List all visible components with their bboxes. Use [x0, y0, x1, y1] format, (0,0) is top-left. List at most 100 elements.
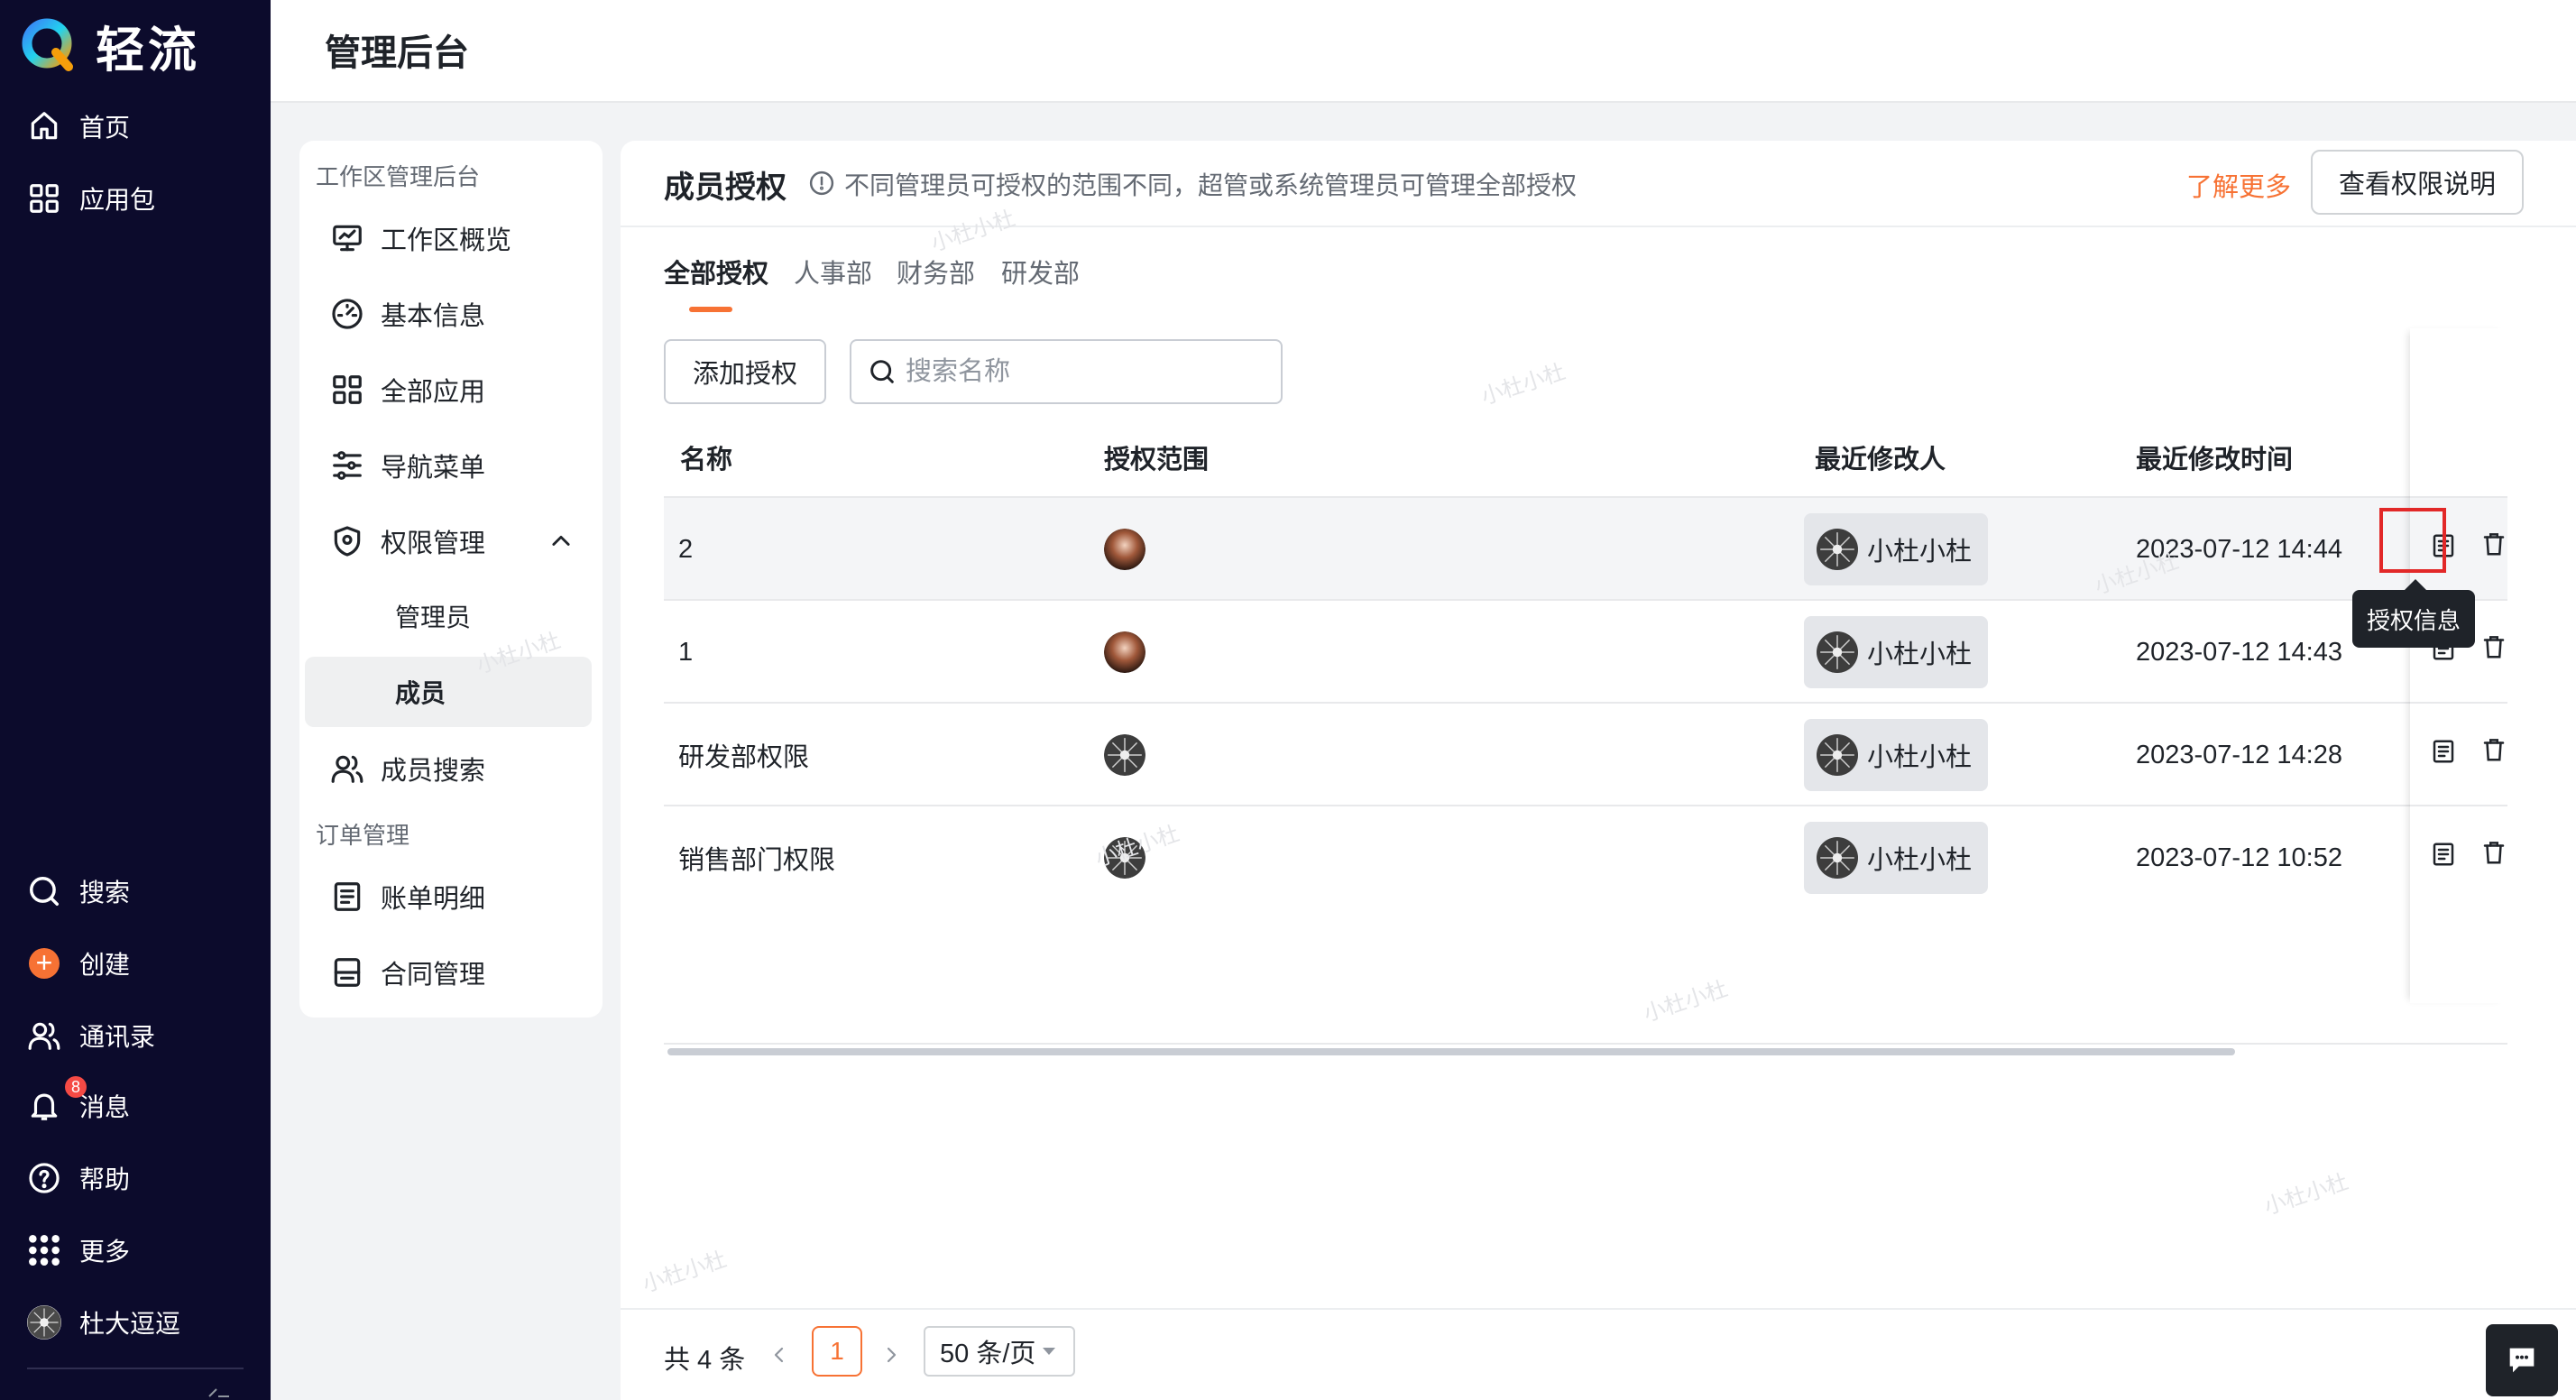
bill-icon	[330, 880, 364, 914]
horizontal-scrollbar[interactable]	[667, 1048, 2235, 1055]
submenu-item-workspace-overview[interactable]: 工作区概览	[330, 213, 511, 263]
nav-more[interactable]: 更多	[27, 1225, 130, 1276]
tab-finance[interactable]: 财务部	[897, 253, 975, 290]
total-count: 共 4 条	[664, 1346, 746, 1375]
view-permission-guide-button[interactable]: 查看权限说明	[2311, 150, 2524, 215]
submenu-item-member-search[interactable]: 成员搜索	[330, 743, 485, 794]
table-row[interactable]: 销售部门权限 小杜小杜 2023-07-12 10:52	[664, 805, 2507, 907]
tab-hr[interactable]: 人事部	[794, 253, 872, 290]
submenu-item-basic-info[interactable]: 基本信息	[330, 289, 485, 339]
submenu-label: 导航菜单	[381, 454, 486, 483]
caret-down-icon	[1043, 1348, 1056, 1355]
page-title: 管理后台	[325, 33, 469, 73]
chat-button[interactable]	[2486, 1324, 2558, 1396]
nav-label: 创建	[79, 951, 131, 979]
chevron-right-icon[interactable]	[880, 1344, 902, 1366]
row-name: 研发部权限	[678, 743, 810, 772]
nav-label: 通讯录	[79, 1023, 156, 1051]
auth-info-tooltip: 授权信息	[2352, 579, 2475, 648]
trash-icon[interactable]	[2480, 736, 2507, 763]
nav-help[interactable]: 帮助	[27, 1153, 130, 1203]
nav-create[interactable]: + 创建	[27, 938, 130, 989]
submenu-item-all-apps[interactable]: 全部应用	[330, 364, 485, 415]
add-authorization-button[interactable]: 添加授权	[664, 339, 826, 404]
modifier-chip[interactable]: 小杜小杜	[1804, 513, 1989, 585]
nav-label: 搜索	[79, 879, 131, 907]
learn-more-link[interactable]: 了解更多	[2186, 166, 2291, 204]
modifier-chip[interactable]: 小杜小杜	[1804, 822, 1989, 894]
table-row[interactable]: 研发部权限 小杜小杜 2023-07-12 14:28	[664, 702, 2507, 805]
search-box	[850, 339, 1283, 404]
submenu-group-workspace: 工作区管理后台	[316, 163, 481, 190]
nav-user-profile[interactable]: 杜大逗逗	[27, 1297, 180, 1348]
trash-icon[interactable]	[2480, 530, 2507, 557]
modifier-name: 小杜小杜	[1867, 743, 1973, 772]
pagination-bar: 共 4 条 1 50 条/页	[621, 1308, 2576, 1400]
nav-home[interactable]: 首页	[27, 101, 130, 152]
trash-icon[interactable]	[2480, 633, 2507, 660]
nav-search[interactable]: 搜索	[27, 866, 130, 916]
panel-title: 成员授权	[664, 170, 787, 205]
modified-time: 2023-07-12 14:28	[2136, 740, 2342, 769]
nav-contacts[interactable]: 通讯录	[27, 1010, 155, 1061]
table-row[interactable]: 1 小杜小杜 2023-07-12 14:43	[664, 599, 2507, 702]
highlight-box	[2379, 508, 2446, 573]
scope-avatar	[1104, 498, 1145, 601]
submenu-label: 全部应用	[381, 378, 486, 407]
page-number-current[interactable]: 1	[812, 1326, 862, 1377]
shield-icon	[330, 524, 364, 558]
modifier-name: 小杜小杜	[1867, 538, 1973, 566]
page-size-select[interactable]: 50 条/页	[924, 1326, 1075, 1377]
message-count-badge: 8	[65, 1076, 87, 1098]
submenu-item-bills[interactable]: 账单明细	[330, 871, 485, 922]
home-icon	[27, 109, 61, 143]
chevron-left-icon[interactable]	[768, 1344, 790, 1366]
submenu-sub-label: 成员	[395, 679, 446, 707]
search-name-input[interactable]	[906, 356, 1266, 387]
modifier-chip[interactable]: 小杜小杜	[1804, 719, 1989, 791]
tab-all-authorizations[interactable]: 全部授权	[664, 253, 768, 290]
nav-label: 消息	[79, 1093, 131, 1121]
collapse-icon[interactable]	[206, 1382, 233, 1400]
modified-time: 2023-07-12 14:43	[2136, 637, 2342, 667]
table-bottom-border	[664, 1043, 2507, 1045]
row-actions-column	[2410, 328, 2507, 1003]
submenu-item-nav-menu[interactable]: 导航菜单	[330, 440, 485, 491]
modifier-chip[interactable]: 小杜小杜	[1804, 616, 1989, 688]
bell-icon: 8	[27, 1076, 87, 1123]
auth-info-icon[interactable]	[2430, 738, 2457, 765]
submenu-sub-members[interactable]: 成员	[305, 657, 592, 727]
help-icon	[27, 1161, 61, 1195]
member-authorization-panel: 成员授权 不同管理员可授权的范围不同，超管或系统管理员可管理全部授权 了解更多 …	[621, 141, 2576, 1400]
column-header-scope: 授权范围	[1104, 446, 1210, 474]
row-name: 销售部门权限	[678, 846, 836, 875]
nav-messages[interactable]: 8 消息	[27, 1076, 131, 1131]
contacts-icon	[27, 1018, 61, 1053]
info-icon	[808, 170, 835, 197]
row-name: 1	[678, 637, 694, 667]
modified-time: 2023-07-12 14:44	[2136, 534, 2342, 564]
scope-avatar	[1104, 601, 1145, 704]
submenu-label: 基本信息	[381, 302, 486, 331]
table-row[interactable]: 2 小杜小杜 2023-07-12 14:44	[664, 496, 2507, 599]
search-icon	[27, 874, 61, 908]
page-size-value: 50 条/页	[940, 1340, 1036, 1368]
nav-label: 帮助	[79, 1165, 131, 1193]
submenu-item-contracts[interactable]: 合同管理	[330, 947, 485, 998]
chat-icon	[2509, 1348, 2535, 1373]
nav-label: 首页	[79, 114, 131, 142]
permission-hint: 不同管理员可授权的范围不同，超管或系统管理员可管理全部授权	[844, 171, 1578, 199]
nav-app-packages[interactable]: 应用包	[27, 173, 155, 224]
submenu-label: 合同管理	[381, 961, 486, 990]
avatar	[1817, 631, 1858, 673]
trash-icon[interactable]	[2480, 839, 2507, 866]
column-header-modified-time: 最近修改时间	[2136, 446, 2294, 474]
auth-info-icon[interactable]	[2430, 841, 2457, 868]
submenu-sub-admins[interactable]: 管理员	[305, 581, 592, 651]
brand[interactable]: 轻流	[22, 16, 200, 78]
chevron-up-icon[interactable]	[548, 529, 574, 554]
tab-rnd[interactable]: 研发部	[1001, 253, 1080, 290]
avatar	[1817, 529, 1858, 570]
monitor-icon	[330, 221, 364, 255]
submenu-item-permission-mgmt[interactable]: 权限管理	[330, 516, 485, 566]
